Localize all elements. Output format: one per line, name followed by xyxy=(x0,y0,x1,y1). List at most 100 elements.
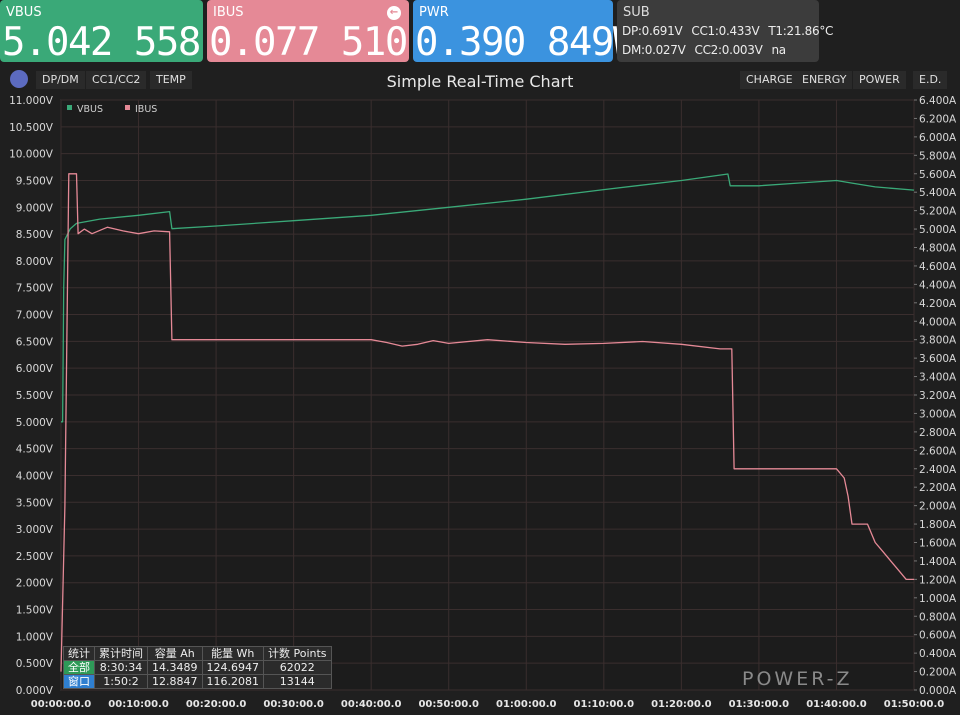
right-tick-label: 4.400A xyxy=(919,279,957,291)
right-tick-label: 2.800A xyxy=(919,427,957,439)
left-tick-label: 0.500V xyxy=(16,658,54,670)
app-logo-icon[interactable] xyxy=(10,70,28,88)
cc2-value: CC2:0.003V xyxy=(694,43,763,57)
right-tick-label: 2.400A xyxy=(919,464,957,476)
stats-row-window: 窗口 1:50:2 12.8847 116.2081 13144 xyxy=(63,674,332,689)
x-tick-label: 01:40:00.0 xyxy=(806,699,867,710)
right-tick-label: 6.400A xyxy=(919,95,957,107)
x-tick-label: 01:50:00.0 xyxy=(884,699,945,710)
right-tick-label: 4.600A xyxy=(919,261,957,273)
right-tick-label: 3.000A xyxy=(919,408,957,420)
right-tick-label: 1.200A xyxy=(919,574,957,586)
right-tick-label: 2.600A xyxy=(919,445,957,457)
back-arrow-icon[interactable]: ← xyxy=(387,6,401,20)
stats-table: 统计 累计时间 容量 Ah 能量 Wh 计数 Points 全部 8:30:34… xyxy=(63,646,332,689)
right-tick-label: 5.400A xyxy=(919,187,957,199)
tab-power[interactable]: POWER xyxy=(853,71,906,89)
left-tick-label: 2.500V xyxy=(16,551,54,563)
right-tick-label: 5.200A xyxy=(919,206,957,218)
stats-header-row: 统计 累计时间 容量 Ah 能量 Wh 计数 Points xyxy=(63,646,332,661)
right-tick-label: 5.000A xyxy=(919,224,957,236)
x-tick-label: 00:40:00.0 xyxy=(341,699,402,710)
x-tick-label: 01:30:00.0 xyxy=(729,699,790,710)
left-tick-label: 4.000V xyxy=(16,470,54,482)
left-tick-label: 1.000V xyxy=(16,631,54,643)
right-tick-label: 0.400A xyxy=(919,648,957,660)
tab-cc1-cc2[interactable]: CC1/CC2 xyxy=(86,71,147,89)
right-tick-label: 3.800A xyxy=(919,335,957,347)
sub-row-1: DP:0.691V CC1:0.433V T1:21.86°C xyxy=(622,24,842,38)
ibus-label: IBUS xyxy=(213,5,244,20)
right-tick-label: 3.200A xyxy=(919,390,957,402)
legend-swatch-ibus xyxy=(125,105,130,110)
left-tick-label: 8.500V xyxy=(16,229,54,241)
stats-cell: 14.3489 xyxy=(147,660,203,675)
right-tick-label: 4.000A xyxy=(919,316,957,328)
x-tick-label: 01:00:00.0 xyxy=(496,699,557,710)
dm-value: DM:0.027V xyxy=(622,43,686,57)
pwr-value: 0.390 849W xyxy=(415,20,636,65)
stats-cell: 8:30:34 xyxy=(94,660,148,675)
left-tick-label: 10.000V xyxy=(9,149,54,161)
pwr-card: PWR 0.390 849W xyxy=(413,0,636,65)
sub-card: SUB DP:0.691V CC1:0.433V T1:21.86°C DM:0.0… xyxy=(617,0,833,62)
stats-cell: 1:50:2 xyxy=(94,674,148,689)
pwr-label: PWR xyxy=(419,5,449,20)
right-tick-label: 5.800A xyxy=(919,150,957,162)
left-tick-label: 7.500V xyxy=(16,283,54,295)
stats-header: 计数 Points xyxy=(263,646,332,661)
realtime-chart[interactable]: 0.000V 0.500V 1.000V 1.500V 2.000V 2.500V 3.00… xyxy=(0,92,960,715)
cc1-value: CC1:0.433V xyxy=(691,24,760,38)
stats-cell: 116.2081 xyxy=(201,674,264,689)
legend-swatch-vbus xyxy=(67,105,72,110)
tab-energy[interactable]: ENERGY xyxy=(796,71,853,89)
right-tick-label: 2.000A xyxy=(919,501,957,513)
vbus-label: VBUS xyxy=(6,5,42,20)
left-tick-label: 5.500V xyxy=(16,390,54,402)
stats-cell: 62022 xyxy=(263,660,332,675)
x-tick-label: 01:20:00.0 xyxy=(651,699,712,710)
left-tick-label: 9.000V xyxy=(16,202,54,214)
left-tick-label: 4.500V xyxy=(16,444,54,456)
right-tick-label: 0.600A xyxy=(919,630,957,642)
right-tick-label: 1.800A xyxy=(919,519,957,531)
right-tick-label: 4.200A xyxy=(919,298,957,310)
x-tick-label: 00:30:00.0 xyxy=(263,699,324,710)
ibus-card: IBUS ← 0.077 510 A xyxy=(207,0,452,65)
stats-cell: 12.8847 xyxy=(147,674,203,689)
left-tick-label: 3.000V xyxy=(16,524,54,536)
right-tick-label: 3.400A xyxy=(919,372,957,384)
vbus-card: VBUS 5.042 558 V xyxy=(0,0,245,65)
left-tick-label: 6.000V xyxy=(16,363,54,375)
left-tick-label: 3.500V xyxy=(16,497,54,509)
dp-value: DP:0.691V xyxy=(622,24,683,38)
right-tick-label: 3.600A xyxy=(919,353,957,365)
chart-toolbar: DP/DM CC1/CC2 TEMP Simple Real-Time Char… xyxy=(0,68,960,93)
right-tick-label: 6.000A xyxy=(919,132,957,144)
right-tick-label: 6.200A xyxy=(919,113,957,125)
brand-watermark: POWER-Z xyxy=(742,668,853,690)
stats-header: 累计时间 xyxy=(94,646,148,661)
stats-header: 统计 xyxy=(63,646,95,661)
x-tick-label: 00:20:00.0 xyxy=(186,699,247,710)
x-tick-label: 01:10:00.0 xyxy=(574,699,635,710)
left-tick-label: 11.000V xyxy=(9,95,54,107)
left-tick-label: 7.000V xyxy=(16,310,54,322)
t1-value: T1:21.86°C xyxy=(768,24,834,38)
legend-label-ibus: IBUS xyxy=(135,104,157,115)
left-tick-label: 2.000V xyxy=(16,578,54,590)
x-tick-label: 00:10:00.0 xyxy=(108,699,169,710)
right-tick-label: 1.000A xyxy=(919,593,957,605)
stats-row-label: 全部 xyxy=(63,660,95,675)
right-tick-label: 0.800A xyxy=(919,611,957,623)
left-tick-label: 8.000V xyxy=(16,256,54,268)
tab-charge[interactable]: CHARGE xyxy=(740,71,799,89)
tab-temp[interactable]: TEMP xyxy=(150,71,192,89)
right-tick-label: 1.600A xyxy=(919,538,957,550)
right-tick-label: 1.400A xyxy=(919,556,957,568)
tab-dp-dm[interactable]: DP/DM xyxy=(36,71,85,89)
left-tick-label: 0.000V xyxy=(16,685,54,697)
left-tick-label: 5.000V xyxy=(16,417,54,429)
tab-ed[interactable]: E.D. xyxy=(913,71,948,89)
right-tick-label: 0.000A xyxy=(919,685,957,697)
